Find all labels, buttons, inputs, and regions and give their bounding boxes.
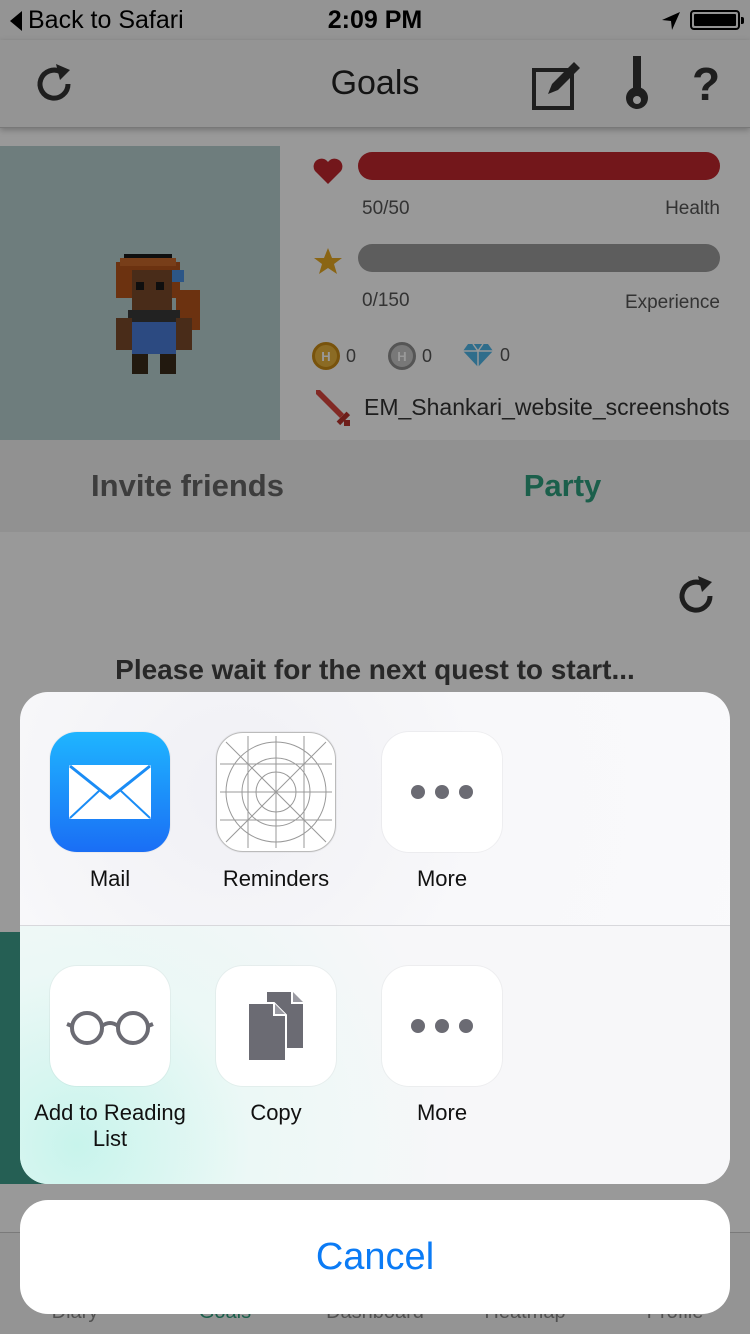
copy-label: Copy: [250, 1100, 302, 1125]
share-reminders-label: Reminders: [222, 866, 330, 891]
more-icon: [382, 966, 502, 1086]
share-more[interactable]: More: [382, 732, 502, 892]
mail-icon: [50, 732, 170, 852]
more-icon: [382, 732, 502, 852]
action-copy[interactable]: Copy: [216, 966, 336, 1126]
share-mail-label: Mail: [89, 866, 131, 891]
app-root: Back to Safari 2:09 PM Goals ? 50/50 Hea…: [0, 0, 750, 1334]
copy-icon: [216, 966, 336, 1086]
reading-list-label: Add to Reading List: [34, 1100, 186, 1151]
share-reminders[interactable]: Reminders: [216, 732, 336, 892]
reminders-icon: [216, 732, 336, 852]
glasses-icon: [50, 966, 170, 1086]
action-add-to-reading-list[interactable]: Add to Reading List: [34, 966, 186, 1152]
action-more-label: More: [416, 1100, 468, 1125]
sheet-divider: [20, 925, 730, 926]
action-more[interactable]: More: [382, 966, 502, 1126]
share-sheet: Mail Reminders More Add to Reading List …: [20, 692, 730, 1184]
share-more-label: More: [416, 866, 468, 891]
cancel-button[interactable]: Cancel: [20, 1200, 730, 1314]
share-mail[interactable]: Mail: [50, 732, 170, 892]
